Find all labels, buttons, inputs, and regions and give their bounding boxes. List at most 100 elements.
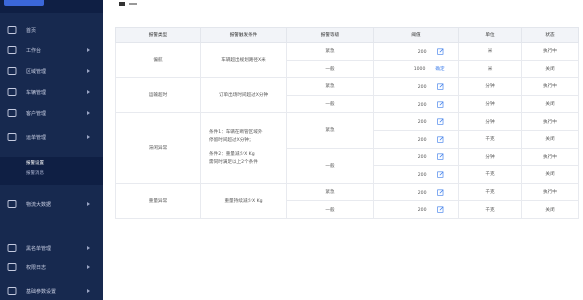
- level-cell: 一般: [286, 147, 374, 184]
- edit-icon[interactable]: [436, 206, 444, 213]
- condition-cell: 订单出场时间超过X分钟: [200, 77, 287, 114]
- sidebar-item-label: 区域管理: [26, 68, 47, 75]
- unit-cell: 千克: [458, 200, 522, 219]
- sidebar-item-5[interactable]: 运单管理: [0, 127, 103, 147]
- threshold-cell: 200: [373, 147, 459, 167]
- condition-line: 车辆超出规划路径X米: [221, 58, 266, 64]
- threshold-value: 1000: [413, 66, 426, 72]
- chevron-right-icon: [87, 265, 90, 269]
- unit-cell: 分钟: [458, 147, 522, 167]
- unit-cell: 千克: [458, 182, 522, 202]
- level-cell: 紧急: [286, 112, 374, 149]
- logo: [4, 0, 44, 6]
- home-icon: [7, 25, 17, 35]
- status-cell: 关闭: [521, 94, 579, 114]
- edit-icon[interactable]: [436, 48, 444, 55]
- sidebar-item-8[interactable]: 黑名单管理: [0, 238, 103, 258]
- level-cell: 一般: [286, 94, 374, 114]
- status-cell: 执行中: [521, 112, 579, 131]
- unit-cell: 分钟: [458, 77, 522, 96]
- edit-icon[interactable]: [436, 101, 444, 108]
- threshold-value: 200: [417, 84, 427, 90]
- log-icon: [7, 262, 17, 272]
- blacklist-icon: [7, 243, 17, 253]
- edit-icon[interactable]: [436, 136, 444, 143]
- unit-cell: 千克: [458, 129, 522, 149]
- level-cell: 一般: [286, 200, 374, 219]
- sidebar-item-label: 首页: [26, 27, 37, 34]
- confirm-link[interactable]: 确定: [435, 67, 444, 72]
- column-header: 报警等级: [286, 27, 374, 43]
- status-cell: 执行中: [521, 77, 579, 96]
- sidebar-item-9[interactable]: 权限日志: [0, 257, 103, 277]
- threshold-cell: 200: [373, 165, 459, 184]
- table-row: 运输超时 订单出场时间超过X分钟 紧急 200 分钟 执行中: [115, 77, 579, 114]
- condition-line: 订单出场时间超过X分钟: [218, 93, 269, 99]
- table-row: 偏航 车辆超出规划路径X米 紧急 200 米执行中: [115, 41, 579, 79]
- threshold-value: 200: [417, 190, 427, 196]
- column-header: 报警触发条件: [200, 27, 287, 43]
- threshold-value: 200: [417, 120, 427, 126]
- condition-line: 重量持续减少X Kg: [224, 198, 263, 204]
- edit-icon[interactable]: [436, 153, 444, 160]
- condition-line: 条件2：重量减少X Kg: [209, 152, 255, 158]
- sidebar-item-10[interactable]: 基础参数设置: [0, 281, 103, 300]
- sidebar-item-label: 运单管理: [26, 134, 47, 141]
- status-cell: 执行中: [521, 182, 579, 202]
- submenu-item-alarm-settings[interactable]: 报警设置: [26, 160, 44, 166]
- breadcrumb: [103, 0, 583, 10]
- chevron-right-icon: [87, 90, 90, 94]
- data-icon: [7, 199, 17, 209]
- user-icon: [7, 108, 17, 118]
- sidebar-item-label: 黑名单管理: [26, 245, 52, 252]
- threshold-cell: 1000 确定: [373, 59, 459, 79]
- condition-cell: 条件1：车辆在断管区域外 停留时间超过X分钟； 条件2：重量减少X Kg 需同时满足以…: [200, 112, 287, 184]
- sidebar-item-7[interactable]: 物流大数据: [0, 194, 103, 214]
- condition-line: 需同时满足以上2个条件: [209, 160, 258, 166]
- condition-line: 条件1：车辆在断管区域外: [209, 130, 263, 136]
- edit-icon[interactable]: [436, 118, 444, 125]
- threshold-cell: 200: [373, 77, 459, 96]
- sidebar-item-1[interactable]: 工作台: [0, 40, 103, 60]
- unit-cell: 千克: [458, 165, 522, 184]
- sidebar-item-4[interactable]: 客户管理: [0, 103, 103, 123]
- edit-icon[interactable]: [436, 171, 444, 178]
- sidebar-item-label: 工作台: [26, 47, 42, 54]
- alarm-type-cell: 滞闲异常: [115, 112, 201, 184]
- threshold-cell: 200: [373, 112, 459, 131]
- chevron-right-icon: [87, 69, 90, 73]
- threshold-value: 200: [417, 102, 427, 108]
- submenu-item-alarm-messages[interactable]: 报警消息: [26, 170, 44, 176]
- condition-cell: 车辆超出规划路径X米: [200, 41, 287, 79]
- edit-icon[interactable]: [436, 83, 444, 90]
- sidebar-item-label: 车辆管理: [26, 89, 47, 96]
- unit-cell: 米: [458, 59, 522, 79]
- level-cell: 紧急: [286, 182, 374, 202]
- threshold-value: 200: [417, 172, 427, 178]
- alarm-type-cell: 重量异常: [115, 182, 201, 219]
- column-header: 阈值: [373, 27, 459, 43]
- sidebar-item-0[interactable]: 首页: [0, 20, 103, 40]
- monitor-icon: [7, 45, 17, 55]
- settings-icon: [7, 286, 17, 296]
- column-header: 单位: [458, 27, 522, 43]
- column-header: 状态: [521, 27, 579, 43]
- waybill-icon: [7, 132, 17, 142]
- status-cell: 关闭: [521, 59, 579, 79]
- threshold-cell: 200: [373, 94, 459, 114]
- app: 首页工作台区域管理车辆管理客户管理运单管理报警管理物流大数据黑名单管理权限日志基…: [0, 0, 583, 300]
- chevron-right-icon: [87, 48, 90, 52]
- status-cell: 关闭: [521, 200, 579, 219]
- condition-cell: 重量持续减少X Kg: [200, 182, 287, 219]
- chevron-right-icon: [87, 246, 90, 250]
- chevron-right-icon: [87, 135, 90, 139]
- sidebar-item-label: 客户管理: [26, 110, 47, 117]
- edit-icon[interactable]: [436, 189, 444, 196]
- table-row: 重量异常 重量持续减少X Kg 紧急 200 千克 执行中: [115, 182, 579, 219]
- alarm-type-cell: 运输超时: [115, 77, 201, 114]
- unit-cell: 分钟: [458, 94, 522, 114]
- table-row: 滞闲异常 条件1：车辆在断管区域外 停留时间超过X分钟； 条件2：重量减少X Kg 需同…: [115, 112, 579, 184]
- sidebar-item-2[interactable]: 区域管理: [0, 61, 103, 81]
- sidebar-item-3[interactable]: 车辆管理: [0, 82, 103, 102]
- threshold-value: 200: [417, 137, 427, 143]
